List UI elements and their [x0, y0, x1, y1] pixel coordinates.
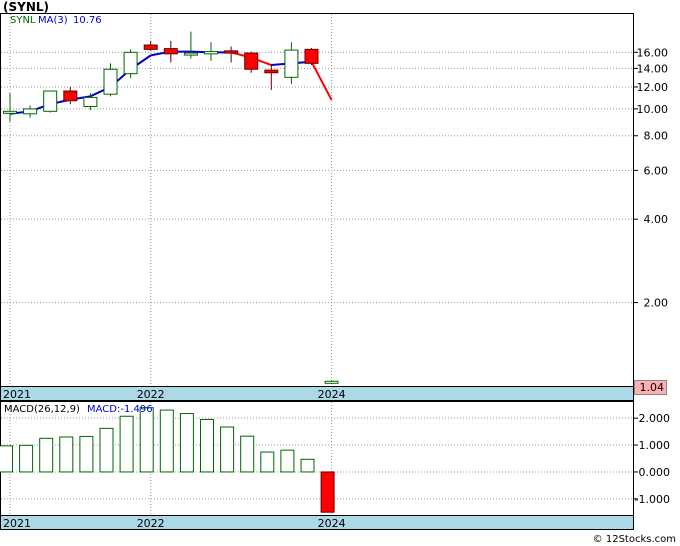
candle-body	[204, 51, 218, 55]
price-y-tick-label: 8.00	[644, 130, 669, 143]
macd-bar	[139, 407, 154, 473]
candle	[123, 49, 138, 79]
watermark: © 12Stocks.com	[593, 534, 676, 545]
legend-symbol: SYNL	[10, 15, 36, 26]
chart-canvas: 16.00 14.00 12.00 10.00 8.00 6.00 4.00 2.00 SYN…	[0, 13, 676, 545]
macd-bar	[79, 435, 94, 473]
macd-bar	[240, 435, 255, 473]
price-y-tick-label: 14.00	[637, 62, 669, 75]
price-x-tick-label: 2022	[137, 388, 165, 401]
macd-bar	[19, 444, 34, 473]
candle-body	[324, 380, 339, 384]
price-y-tick-label: 16.00	[637, 46, 669, 59]
macd-bar	[260, 451, 275, 473]
candle-body	[183, 52, 198, 56]
macd-y-tick-label: 1.000	[639, 439, 671, 452]
candle-body	[264, 69, 279, 74]
candle-body	[244, 52, 259, 70]
candle	[244, 51, 259, 73]
macd-x-tick-label: 2024	[318, 517, 346, 530]
legend-ma-label: MA(3)	[38, 15, 68, 26]
candle-body	[284, 49, 299, 78]
price-y-axis: 16.00 14.00 12.00 10.00 8.00 6.00 4.00 2.00	[633, 46, 669, 310]
price-y-tick-label: 10.00	[637, 103, 669, 116]
price-panel-frame	[0, 13, 634, 387]
macd-legend-value: MACD:-1.496	[87, 404, 153, 415]
candle	[304, 47, 319, 66]
macd-bar	[300, 458, 315, 473]
macd-bar	[220, 426, 235, 473]
candle-body	[83, 96, 98, 108]
price-y-tick-label: 4.00	[644, 213, 669, 226]
macd-bar	[320, 471, 335, 513]
macd-y-tick-label: 0.000	[639, 466, 671, 479]
legend-ma-value: 10.76	[73, 15, 102, 26]
price-y-tick-label: 12.00	[637, 81, 669, 94]
price-y-tick-label: 6.00	[644, 164, 669, 177]
candle-body	[63, 90, 78, 102]
macd-x-tick-label: 2022	[137, 517, 165, 530]
macd-bar	[200, 418, 214, 473]
macd-bar	[119, 415, 134, 473]
candle-body	[23, 108, 38, 115]
macd-y-axis: 2.000 1.000 0.000 -1.000	[633, 412, 670, 506]
macd-bar	[280, 449, 295, 473]
macd-legend-label: MACD(26,12,9)	[4, 404, 80, 415]
macd-bar	[0, 445, 13, 473]
candle-body	[103, 68, 118, 95]
candle-body	[304, 48, 319, 64]
candle-body	[143, 44, 158, 50]
macd-bar	[159, 409, 174, 473]
macd-bar	[39, 437, 54, 473]
macd-bar	[59, 436, 74, 473]
price-x-tick-label: 2021	[3, 388, 31, 401]
price-y-tick-label: 2.00	[644, 297, 669, 310]
macd-y-tick-label: 2.000	[639, 412, 671, 425]
candle-body	[123, 51, 138, 75]
macd-y-tick-label: -1.000	[635, 493, 670, 506]
candle-body	[163, 48, 178, 55]
macd-bar	[179, 413, 194, 473]
candle-body	[224, 50, 239, 54]
candle-body	[3, 110, 17, 114]
candle	[43, 90, 58, 113]
macd-bar	[99, 427, 114, 473]
price-x-tick-label: 2024	[318, 388, 346, 401]
candle-body	[43, 90, 58, 112]
last-price-label: 1.04	[640, 381, 665, 394]
macd-x-tick-label: 2021	[3, 517, 31, 530]
